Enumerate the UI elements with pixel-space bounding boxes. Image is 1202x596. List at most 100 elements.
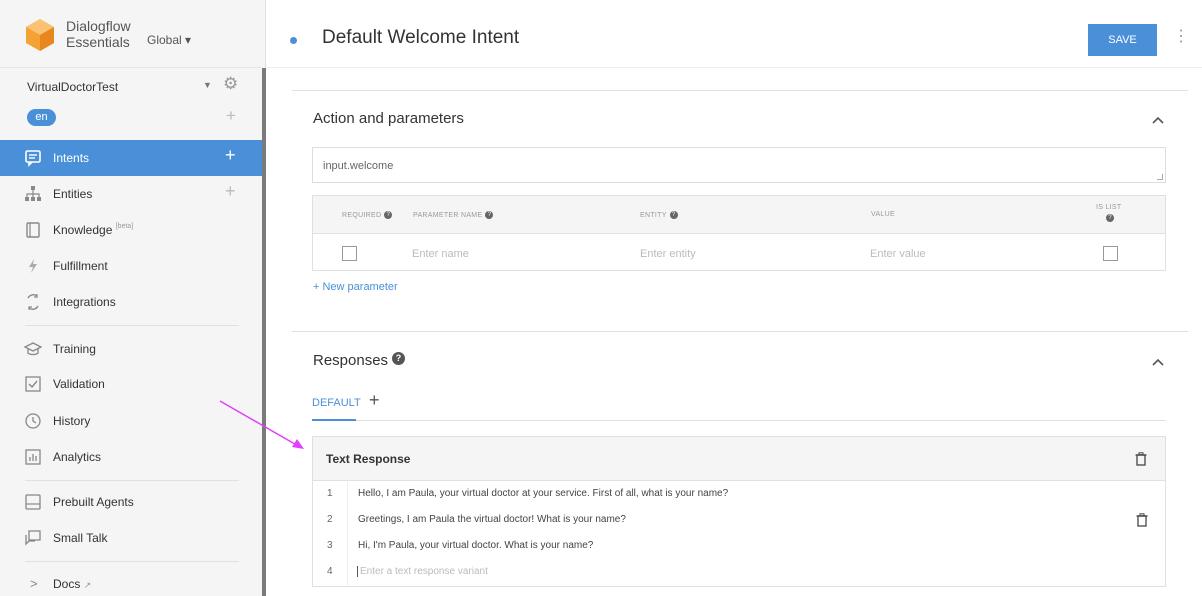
help-icon[interactable]: ? [669, 211, 678, 219]
add-tab-icon[interactable]: + [369, 390, 380, 411]
trash-icon[interactable] [1136, 513, 1148, 527]
tabs-divider [356, 420, 1166, 421]
is-list-checkbox[interactable] [1103, 246, 1118, 261]
sidebar-item-label: Integrations [53, 295, 116, 309]
dialogflow-logo-icon [26, 19, 54, 51]
docs-label: Docs [53, 577, 81, 591]
action-name-field[interactable]: input.welcome [312, 147, 1166, 183]
action-value: input.welcome [323, 160, 394, 172]
intents-icon [25, 150, 41, 167]
tab-default[interactable]: DEFAULT [312, 397, 361, 409]
new-response-input[interactable]: Enter a text response variant [357, 566, 488, 577]
sidebar-item-prebuilt-agents[interactable]: Prebuilt Agents [0, 484, 262, 520]
brand-line2: Essentials [66, 34, 130, 50]
col-value: VALUE [871, 211, 895, 218]
intent-status-dot [290, 37, 297, 44]
intent-header: Default Welcome Intent SAVE ⋮ [266, 0, 1202, 68]
help-icon[interactable]: ? [485, 211, 494, 219]
resize-handle-icon[interactable] [1157, 174, 1163, 180]
region-dropdown[interactable]: Global ▾ [147, 33, 191, 47]
brand-name: Dialogflow Essentials [66, 18, 156, 50]
more-options-icon[interactable]: ⋮ [1173, 26, 1189, 46]
sidebar-item-analytics[interactable]: Analytics [0, 439, 262, 475]
parameters-table-header: REQUIRED? PARAMETER NAME? ENTITY? VALUE … [313, 196, 1165, 234]
add-entity-icon[interactable]: + [225, 181, 236, 202]
text-response-title: Text Response [326, 452, 411, 466]
entity-input[interactable]: Enter entity [640, 248, 696, 260]
brand-header: Dialogflow Essentials Global ▾ [0, 0, 262, 68]
col-required: REQUIRED? [342, 211, 393, 219]
value-input[interactable]: Enter value [870, 248, 926, 260]
action-section-title: Action and parameters [313, 110, 464, 127]
language-row: en + [0, 104, 262, 134]
prebuilt-icon [25, 494, 41, 510]
sidebar-divider [25, 480, 239, 481]
new-parameter-link[interactable]: + New parameter [313, 281, 398, 293]
help-icon[interactable]: ? [1106, 214, 1115, 222]
chevron-up-icon[interactable] [1151, 113, 1165, 127]
sidebar-item-label: Fulfillment [53, 259, 108, 273]
sidebar-item-small-talk[interactable]: Small Talk [0, 520, 262, 556]
col-entity-label: ENTITY [640, 211, 667, 219]
chevron-down-icon[interactable]: ▼ [203, 80, 212, 90]
sidebar-item-entities[interactable]: Entities + [0, 176, 262, 212]
sidebar-item-integrations[interactable]: Integrations [0, 284, 262, 320]
agent-name: VirtualDoctorTest [27, 80, 119, 94]
sidebar-item-fulfillment[interactable]: Fulfillment [0, 248, 262, 284]
required-checkbox[interactable] [342, 246, 357, 261]
fulfillment-icon [29, 259, 37, 273]
response-line[interactable]: 1 Hello, I am Paula, your virtual doctor… [313, 482, 1165, 508]
beta-tag: [beta] [115, 223, 134, 230]
help-icon[interactable]: ? [392, 352, 405, 365]
chevron-up-icon[interactable] [1151, 355, 1165, 369]
save-button[interactable]: SAVE [1088, 24, 1157, 56]
response-text[interactable]: Greetings, I am Paula the virtual doctor… [358, 514, 626, 525]
gear-icon[interactable]: ⚙ [223, 74, 238, 94]
parameter-name-input[interactable]: Enter name [412, 248, 469, 260]
response-line[interactable]: 3 Hi, I'm Paula, your virtual doctor. Wh… [313, 534, 1165, 560]
trash-icon[interactable] [1135, 452, 1147, 466]
agent-selector[interactable]: VirtualDoctorTest ▼ ⚙ [0, 68, 262, 104]
response-text[interactable]: Hi, I'm Paula, your virtual doctor. What… [358, 540, 593, 551]
knowledge-icon [26, 222, 40, 238]
response-text[interactable]: Hello, I am Paula, your virtual doctor a… [358, 488, 728, 499]
history-icon [25, 413, 41, 429]
col-is-list: IS LIST? [1096, 204, 1121, 222]
parameters-table: REQUIRED? PARAMETER NAME? ENTITY? VALUE … [312, 195, 1166, 271]
knowledge-label: Knowledge [53, 223, 113, 237]
col-required-label: REQUIRED [342, 211, 382, 219]
sidebar-item-intents[interactable]: Intents + [0, 140, 262, 176]
brand-line1: Dialogflow [66, 18, 131, 34]
sidebar-divider [25, 325, 239, 326]
response-line[interactable]: 2 Greetings, I am Paula the virtual doct… [313, 508, 1165, 534]
sidebar-item-label: Prebuilt Agents [53, 495, 134, 509]
col-entity: ENTITY? [640, 211, 678, 219]
add-intent-icon[interactable]: + [225, 145, 236, 166]
sidebar-item-label: Docs ↗ [53, 577, 91, 591]
sidebar: Dialogflow Essentials Global ▾ VirtualDo… [0, 0, 266, 596]
training-icon [24, 342, 42, 356]
sidebar-item-docs[interactable]: > Docs ↗ [0, 566, 262, 596]
smalltalk-icon [25, 530, 41, 546]
language-badge[interactable]: en [27, 109, 56, 126]
sidebar-item-validation[interactable]: Validation [0, 366, 262, 402]
col-param-name-label: PARAMETER NAME [413, 211, 483, 219]
sidebar-item-knowledge[interactable]: Knowledge [beta] [0, 212, 262, 248]
sidebar-item-label: Small Talk [53, 531, 108, 545]
sidebar-item-label: Intents [53, 151, 90, 165]
analytics-icon [25, 449, 41, 465]
section-divider [292, 331, 1188, 332]
text-response-header: Text Response [313, 437, 1165, 481]
sidebar-item-label: Analytics [53, 450, 102, 464]
line-number: 4 [327, 566, 333, 577]
help-icon[interactable]: ? [384, 211, 393, 219]
entities-icon [25, 186, 41, 201]
add-language-icon[interactable]: + [226, 106, 236, 126]
section-divider [292, 90, 1188, 91]
sidebar-item-training[interactable]: Training [0, 331, 262, 367]
response-line[interactable]: 4 Enter a text response variant [313, 560, 1165, 586]
sidebar-scrollbar[interactable] [262, 68, 266, 596]
sidebar-item-history[interactable]: History [0, 403, 262, 439]
sidebar-divider [25, 561, 239, 562]
col-parameter-name: PARAMETER NAME? [413, 211, 494, 219]
